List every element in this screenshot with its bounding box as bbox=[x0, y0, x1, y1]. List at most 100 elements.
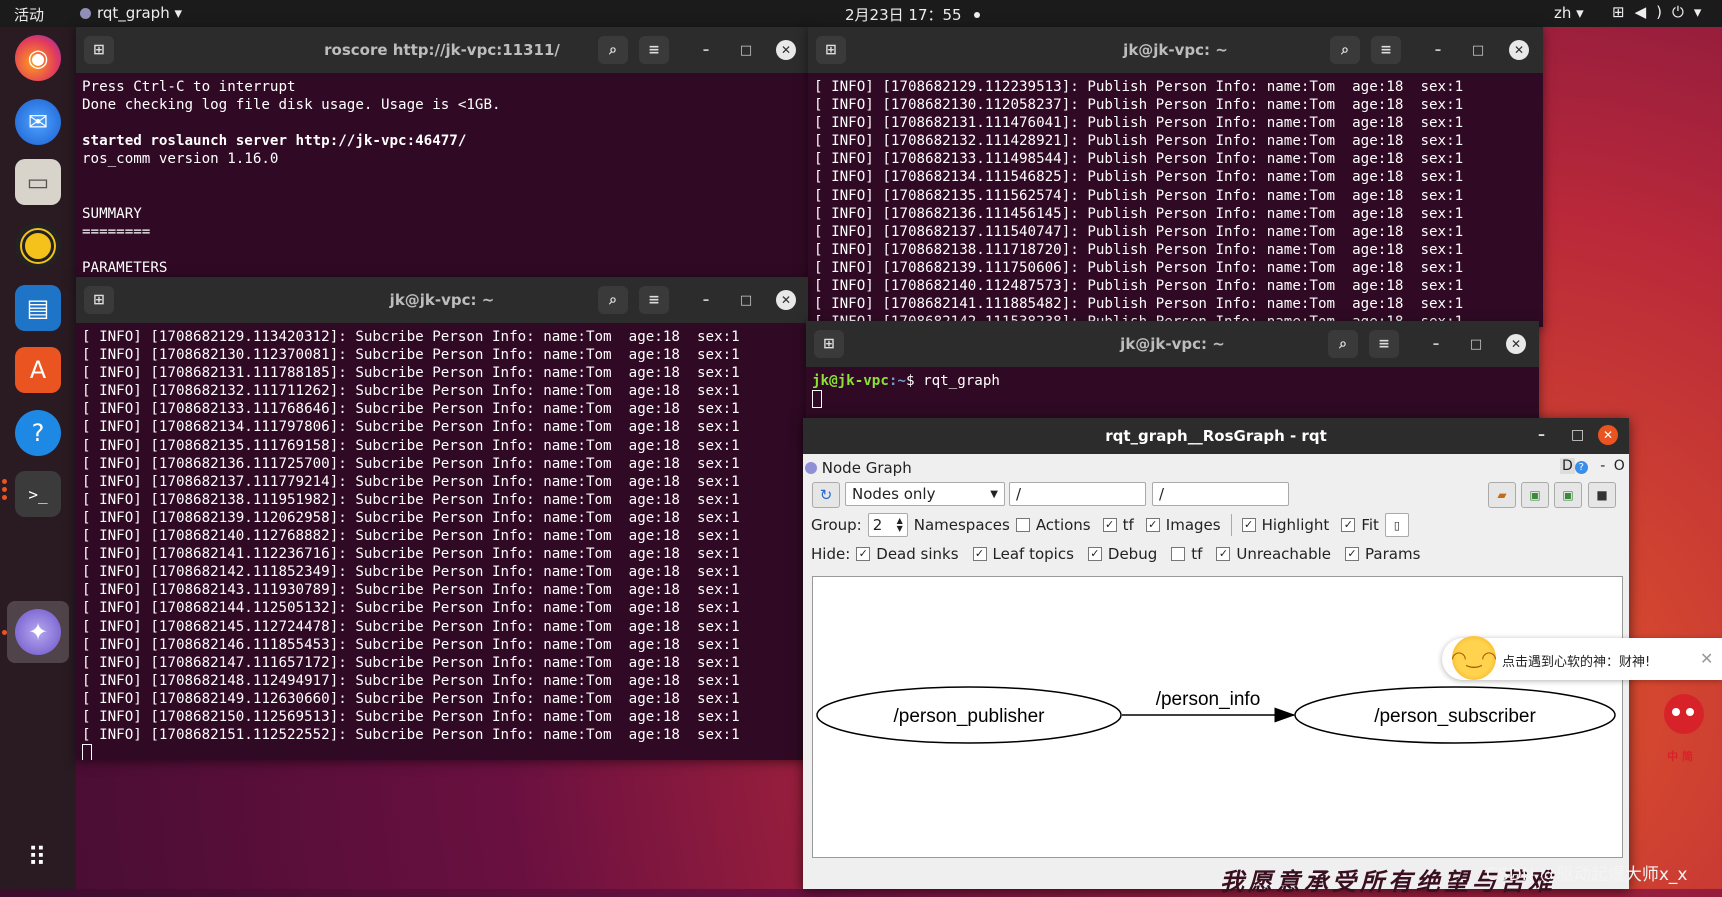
namespaces-checkbox[interactable] bbox=[1015, 518, 1030, 532]
terminal-line: [ INFO] [1708682135.111562574]: Publish … bbox=[814, 187, 1464, 204]
titlebar[interactable]: ⊞ jk@jk-vpc: ~ ⌕ ≡ – □ ✕ bbox=[76, 277, 808, 323]
help-icon[interactable]: ? bbox=[15, 410, 61, 456]
terminal-line: [ INFO] [1708682149.112630660]: Subcribe… bbox=[82, 690, 740, 707]
close-icon[interactable]: ✕ bbox=[1700, 649, 1713, 668]
actions-checkbox[interactable]: ✓ bbox=[1102, 518, 1117, 532]
minimize-icon[interactable]: – bbox=[696, 40, 716, 60]
thunderbird-icon[interactable]: ✉ bbox=[15, 99, 61, 145]
menu-icon[interactable]: ≡ bbox=[1371, 36, 1401, 64]
fit-in-view-icon[interactable]: ▯ bbox=[1384, 513, 1409, 537]
rhythmbox-icon[interactable] bbox=[15, 223, 61, 269]
dock-toggle-button[interactable]: D bbox=[1560, 458, 1575, 474]
terminal-line: [ INFO] [1708682130.112370081]: Subcribe… bbox=[82, 347, 740, 364]
menu-icon[interactable]: ≡ bbox=[639, 286, 669, 314]
debug-checkbox[interactable]: ✓ bbox=[1087, 547, 1102, 561]
params-checkbox[interactable]: ✓ bbox=[1345, 547, 1360, 561]
titlebar[interactable]: ⊞ roscore http://jk-vpc:11311/ ⌕ ≡ – □ ✕ bbox=[76, 27, 808, 73]
minimize-icon[interactable]: – bbox=[1538, 427, 1545, 443]
minimize-plugin-button[interactable]: - bbox=[1600, 458, 1605, 474]
highlight-checkbox[interactable]: ✓ bbox=[1241, 518, 1256, 532]
terminal-line: [ INFO] [1708682141.112236716]: Subcribe… bbox=[82, 546, 740, 563]
terminal-output[interactable]: [ INFO] [1708682129.112239513]: Publish … bbox=[808, 73, 1543, 327]
terminal-output[interactable]: [ INFO] [1708682129.113420312]: Subcribe… bbox=[76, 323, 808, 760]
rqt-icon[interactable]: ✦ bbox=[15, 609, 61, 655]
unreachable-checkbox[interactable]: ✓ bbox=[1216, 547, 1231, 561]
system-tray[interactable]: ⊞◀)⏻▾ bbox=[1612, 3, 1711, 21]
search-icon[interactable]: ⌕ bbox=[598, 286, 628, 314]
search-icon[interactable]: ⌕ bbox=[598, 36, 628, 64]
maximize-icon[interactable]: □ bbox=[1468, 40, 1488, 60]
mascot-icon[interactable]: 中 简 bbox=[1650, 690, 1710, 763]
close-icon[interactable]: ✕ bbox=[776, 40, 796, 60]
fit-checkbox[interactable]: ✓ bbox=[1341, 518, 1356, 532]
terminal-line: ros_comm version 1.16.0 bbox=[82, 151, 279, 168]
node-filter-input[interactable]: / bbox=[1009, 482, 1146, 506]
search-icon[interactable]: ⌕ bbox=[1330, 36, 1360, 64]
save-image-icon[interactable]: ■ bbox=[1588, 482, 1616, 508]
terminal-cursor bbox=[82, 744, 92, 760]
maximize-icon[interactable]: □ bbox=[736, 40, 756, 60]
lang-label: zh bbox=[1554, 4, 1572, 22]
minimize-icon[interactable]: – bbox=[696, 290, 716, 310]
firefox-icon[interactable]: ◉ bbox=[15, 35, 61, 81]
activities-button[interactable]: 活动 bbox=[14, 4, 44, 25]
terminal-line: [ INFO] [1708682137.111540747]: Publish … bbox=[814, 223, 1464, 240]
writer-icon[interactable]: ▤ bbox=[15, 285, 61, 331]
save-dot-icon[interactable]: ▣ bbox=[1521, 482, 1549, 508]
mode-select[interactable]: Nodes only ▼ bbox=[845, 482, 1005, 506]
load-dot-icon[interactable]: ▰ bbox=[1488, 482, 1516, 508]
maximize-icon[interactable]: □ bbox=[736, 290, 756, 310]
close-icon[interactable]: ✕ bbox=[1506, 334, 1526, 354]
close-icon[interactable]: ✕ bbox=[1598, 425, 1618, 445]
menu-icon[interactable]: ≡ bbox=[639, 36, 669, 64]
save-svg-icon[interactable]: ▣ bbox=[1554, 482, 1582, 508]
minimize-icon[interactable]: – bbox=[1426, 334, 1446, 354]
apps-grid-icon[interactable]: ⠿ bbox=[15, 835, 61, 881]
minimize-icon[interactable]: – bbox=[1428, 40, 1448, 60]
help-icon[interactable]: ? bbox=[1574, 461, 1588, 474]
terminal-output[interactable]: Press Ctrl-C to interrupt Done checking l… bbox=[76, 73, 808, 280]
refresh-icon[interactable]: ↻ bbox=[812, 482, 840, 508]
hide-tf-checkbox[interactable] bbox=[1171, 547, 1186, 561]
software-icon[interactable]: A bbox=[15, 347, 61, 393]
app-menu[interactable]: rqt_graph ▾ bbox=[80, 4, 182, 22]
group-spinbox[interactable]: 2 ▲ ▼ bbox=[867, 513, 908, 537]
titlebar[interactable]: ⊞ jk@jk-vpc: ~ ⌕ ≡ – □ ✕ bbox=[808, 27, 1543, 73]
terminal-line: [ INFO] [1708682131.111788185]: Subcribe… bbox=[82, 365, 740, 382]
volume-icon: ◀) bbox=[1634, 3, 1672, 21]
clock[interactable]: 2月23日 17：55 bbox=[845, 4, 980, 25]
maximize-icon[interactable]: □ bbox=[1571, 427, 1584, 443]
sun-mascot-icon: ◠‿◠ bbox=[1451, 636, 1497, 680]
tf-checkbox[interactable]: ✓ bbox=[1145, 518, 1160, 532]
topic-filter-value: / bbox=[1159, 485, 1165, 503]
rqt-titlebar[interactable]: rqt_graph__RosGraph - rqt – □ ✕ bbox=[803, 418, 1629, 454]
topic-filter-input[interactable]: / bbox=[1152, 482, 1289, 506]
notification-popup[interactable]: ◠‿◠ 点击遇到心软的神：财神! ✕ bbox=[1442, 636, 1722, 680]
chevron-down-icon: ▾ bbox=[1693, 3, 1712, 21]
close-icon[interactable]: ✕ bbox=[1509, 40, 1529, 60]
close-icon[interactable]: ✕ bbox=[776, 290, 796, 310]
subscriber-terminal-window[interactable]: ⊞ jk@jk-vpc: ~ ⌕ ≡ – □ ✕ [ INFO] [170868… bbox=[76, 277, 808, 760]
menu-icon[interactable]: ≡ bbox=[1369, 330, 1399, 358]
search-icon[interactable]: ⌕ bbox=[1328, 330, 1358, 358]
titlebar[interactable]: ⊞ jk@jk-vpc: ~ ⌕ ≡ – □ ✕ bbox=[806, 321, 1539, 367]
terminal-line: SUMMARY bbox=[82, 205, 142, 222]
hide-options-row: Hide: ✓ Dead sinks ✓ Leaf topics ✓ Debug… bbox=[811, 541, 1420, 567]
maximize-icon[interactable]: □ bbox=[1466, 334, 1486, 354]
roscore-terminal-window[interactable]: ⊞ roscore http://jk-vpc:11311/ ⌕ ≡ – □ ✕… bbox=[76, 27, 808, 280]
terminal-icon[interactable]: >_ bbox=[15, 471, 61, 517]
terminal-line: [ INFO] [1708682144.112505132]: Subcribe… bbox=[82, 600, 740, 617]
input-method-menu[interactable]: zh ▾ bbox=[1554, 4, 1584, 22]
graph-canvas[interactable]: /person_publisher /person_info /person_s… bbox=[812, 576, 1623, 858]
files-icon[interactable]: ▭ bbox=[15, 159, 61, 205]
leaf-topics-checkbox[interactable]: ✓ bbox=[972, 547, 987, 561]
publisher-terminal-window[interactable]: ⊞ jk@jk-vpc: ~ ⌕ ≡ – □ ✕ [ INFO] [170868… bbox=[808, 27, 1543, 327]
dead-sinks-checkbox[interactable]: ✓ bbox=[856, 547, 871, 561]
terminal-line: [ INFO] [1708682139.111750606]: Publish … bbox=[814, 259, 1464, 276]
images-label: Images bbox=[1165, 516, 1221, 534]
close-plugin-button[interactable]: O bbox=[1614, 458, 1625, 474]
terminal-line: [ INFO] [1708682137.111779214]: Subcribe… bbox=[82, 473, 740, 490]
debug-label: Debug bbox=[1107, 545, 1158, 563]
